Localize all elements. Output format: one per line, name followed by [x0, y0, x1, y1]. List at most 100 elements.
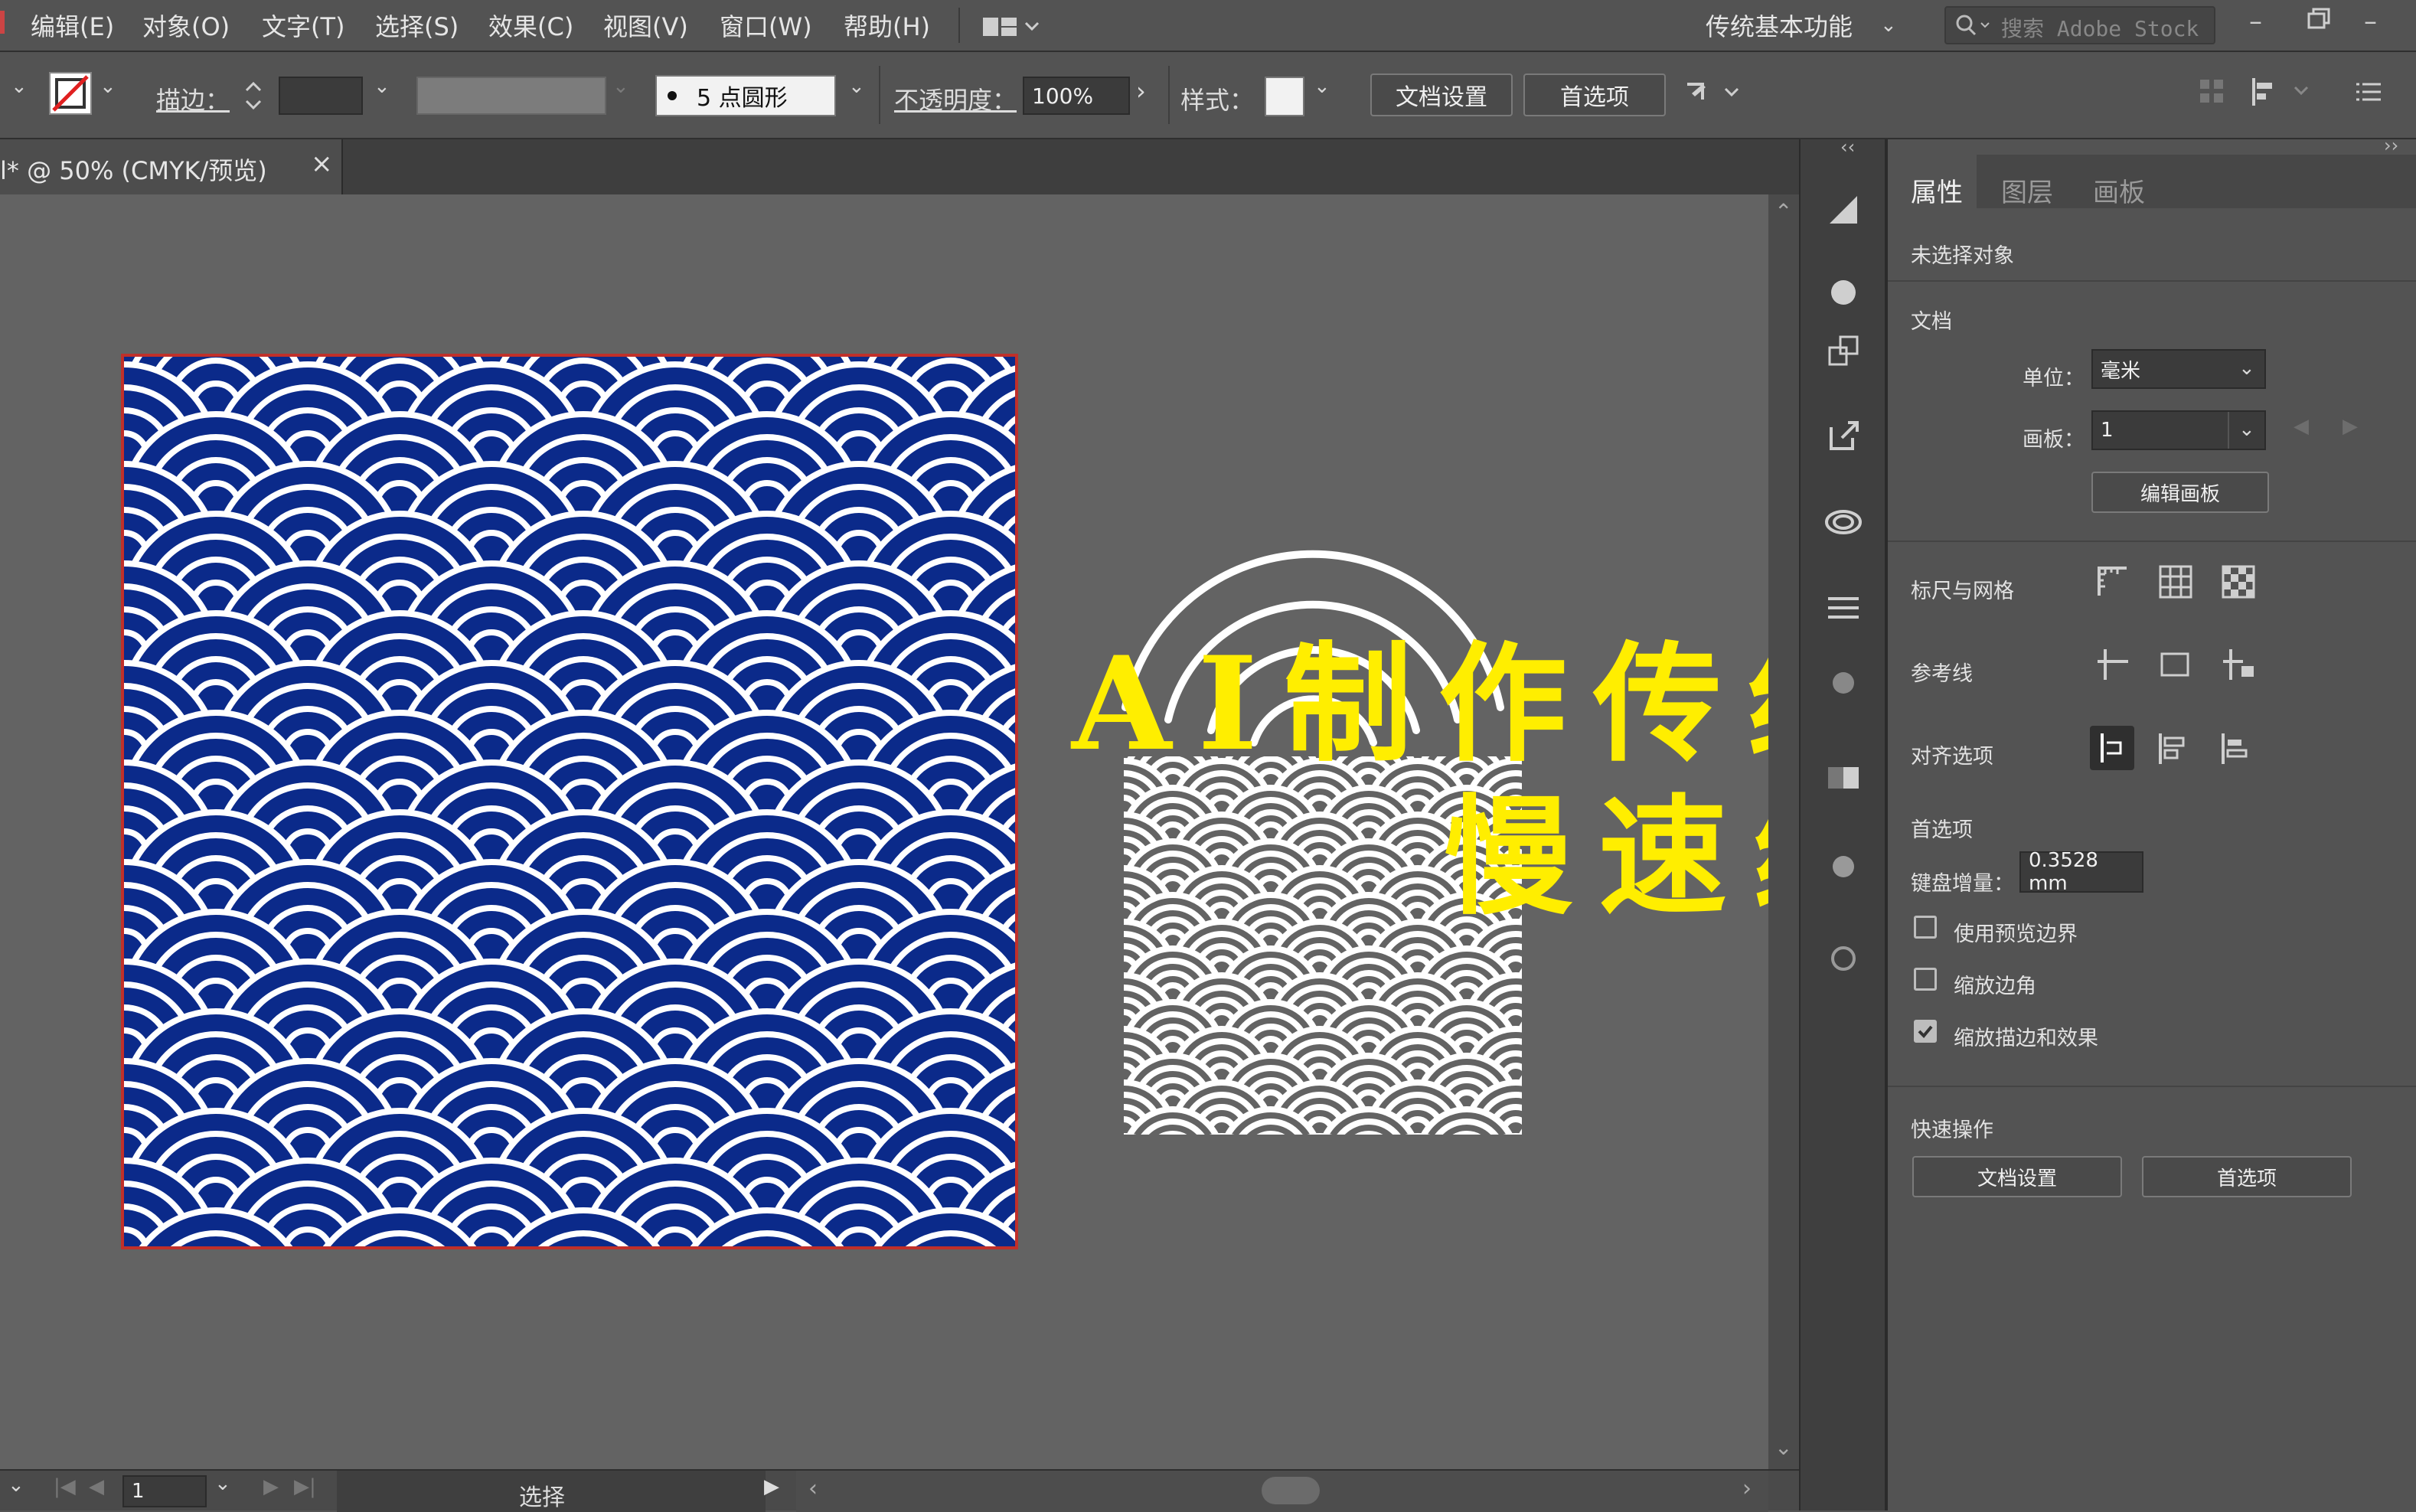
menu-help[interactable]: 帮助(H)	[844, 8, 930, 43]
brush-definition-select[interactable]: 5 点圆形	[655, 75, 836, 116]
chevron-down-icon[interactable]: ⌄	[1880, 14, 1897, 37]
align-left-icon[interactable]	[2251, 77, 2312, 110]
keyboard-increment-input[interactable]: 0.3528 mm	[2019, 849, 2143, 895]
scroll-thumb[interactable]	[1262, 1477, 1320, 1504]
artboard-select[interactable]: 1 ⌄	[2091, 410, 2266, 450]
expand-panel-icon[interactable]: ››	[2384, 135, 2398, 156]
stock-search-input[interactable]: 搜索 Adobe Stock	[1944, 6, 2215, 44]
vertical-scrollbar[interactable]: ⌃ ⌄	[1768, 194, 1799, 1469]
tab-properties[interactable]: 属性	[1911, 171, 1963, 209]
grid-icon[interactable]	[2157, 563, 2194, 603]
smart-guides-icon[interactable]	[2157, 646, 2194, 686]
stroke-dropdown-chevron-icon[interactable]: ⌄	[100, 75, 116, 98]
stroke-none-swatch-icon[interactable]	[49, 72, 92, 115]
symbols-panel-icon[interactable]	[1820, 844, 1866, 890]
creative-cloud-libraries-icon[interactable]	[1820, 499, 1866, 545]
tab-artboards[interactable]: 画板	[2093, 171, 2145, 209]
no-selection-label: 未选择对象	[1911, 244, 2014, 268]
menu-object[interactable]: 对象(O)	[142, 8, 230, 43]
minimize-icon[interactable]: –	[2249, 6, 2262, 37]
document-setup-button[interactable]: 文档设置	[1370, 73, 1513, 116]
ruler-icon[interactable]	[2094, 563, 2131, 603]
horizontal-scrollbar[interactable]: ‹ ›	[796, 1471, 1768, 1512]
menu-select[interactable]: 选择(S)	[375, 8, 459, 43]
stroke-weight-chevron-icon[interactable]: ⌄	[374, 75, 390, 98]
document-section-title: 文档	[1911, 310, 1952, 334]
scale-corners-label: 缩放边角	[1954, 975, 2036, 998]
zoom-chevron-icon[interactable]: ⌄	[8, 1474, 24, 1497]
menu-window[interactable]: 窗口(W)	[720, 8, 812, 43]
workspace-switcher[interactable]: 传统基本功能	[1706, 8, 1853, 43]
status-menu-arrow-icon[interactable]: ▶	[764, 1475, 779, 1498]
prev-artboard-icon[interactable]: ◀	[89, 1475, 104, 1498]
align-panel-icon[interactable]	[1820, 585, 1866, 631]
gradient-panel-icon[interactable]	[1820, 187, 1866, 233]
tab-layers[interactable]: 图层	[2001, 171, 2053, 209]
brushes-panel-icon[interactable]	[1820, 936, 1866, 981]
scale-corners-checkbox[interactable]	[1914, 968, 1937, 991]
artboard-number-input[interactable]: 1	[122, 1475, 207, 1507]
profile-chevron-icon[interactable]: ⌄	[612, 75, 629, 98]
transparency-grid-icon[interactable]	[2220, 563, 2257, 603]
opacity-arrow-icon[interactable]: ›	[1136, 77, 1146, 106]
next-artboard-icon[interactable]: ▶	[2343, 415, 2358, 438]
artboard-chevron-icon[interactable]: ⌄	[214, 1472, 231, 1495]
unit-value: 毫米	[2101, 359, 2141, 383]
artboard[interactable]	[121, 354, 1018, 1249]
status-mode-text: 选择	[519, 1484, 565, 1511]
scale-strokes-effects-checkbox[interactable]	[1914, 1020, 1937, 1043]
opacity-label[interactable]: 不透明度：	[894, 81, 1017, 116]
align-key-object-icon[interactable]	[2090, 726, 2134, 770]
preferences-button[interactable]: 首选项	[1523, 73, 1666, 116]
brush-chevron-icon[interactable]: ⌄	[848, 75, 865, 98]
quick-document-setup-button[interactable]: 文档设置	[1912, 1156, 2122, 1197]
stroke-weight-input[interactable]	[279, 77, 363, 115]
guides-icon[interactable]	[2094, 646, 2131, 686]
style-chevron-icon[interactable]: ⌄	[1314, 75, 1330, 98]
opacity-input[interactable]: 100%	[1023, 77, 1130, 115]
canvas[interactable]: AI制作传统鱼纹图案 慢速练手	[0, 194, 2416, 1469]
menu-edit[interactable]: 编辑(E)	[31, 8, 114, 43]
unit-select[interactable]: 毫米 ⌄	[2091, 349, 2266, 389]
restore-icon[interactable]	[2303, 5, 2333, 38]
unit-label: 单位：	[2023, 367, 2085, 390]
grid-align-icon[interactable]	[2199, 78, 2226, 109]
variable-width-profile[interactable]	[416, 77, 606, 115]
chevron-down-icon: ⌄	[2238, 418, 2255, 441]
last-artboard-icon[interactable]: ▶|	[294, 1475, 316, 1498]
fill-dropdown-chevron-icon[interactable]: ⌄	[11, 75, 28, 98]
panel-menu-icon[interactable]	[2355, 81, 2382, 107]
stroke-panel-icon[interactable]	[1820, 755, 1866, 801]
close-window-icon[interactable]: –	[2364, 6, 2377, 37]
collapse-strip-icon[interactable]: ‹‹	[1840, 136, 1855, 158]
lock-guides-icon[interactable]	[2220, 646, 2257, 686]
transform-icon[interactable]	[1684, 77, 1745, 113]
next-artboard-icon[interactable]: ▶	[263, 1475, 279, 1498]
stroke-label[interactable]: 描边：	[156, 81, 230, 116]
quick-preferences-button[interactable]: 首选项	[2142, 1156, 2352, 1197]
keyboard-increment-label: 键盘增量：	[1911, 872, 2014, 896]
transform-panel-icon[interactable]	[1820, 328, 1866, 374]
scroll-up-icon[interactable]: ⌃	[1774, 199, 1792, 224]
color-panel-icon[interactable]	[1820, 660, 1866, 706]
prev-artboard-icon[interactable]: ◀	[2294, 415, 2309, 438]
align-to-selection-icon[interactable]	[2153, 729, 2192, 772]
export-panel-icon[interactable]	[1820, 412, 1866, 458]
scroll-right-icon[interactable]: ›	[1742, 1475, 1752, 1502]
stroke-weight-stepper[interactable]	[242, 77, 265, 118]
close-tab-icon[interactable]: ×	[311, 149, 333, 179]
edit-artboards-button[interactable]: 编辑画板	[2091, 472, 2269, 513]
first-artboard-icon[interactable]: |◀	[54, 1475, 76, 1498]
use-preview-bounds-checkbox[interactable]	[1914, 916, 1937, 939]
document-tab[interactable]: l* @ 50% (CMYK/预览) ×	[0, 139, 343, 194]
menu-type[interactable]: 文字(T)	[262, 8, 345, 43]
graphic-style-swatch[interactable]	[1265, 77, 1304, 116]
scroll-left-icon[interactable]: ‹	[808, 1475, 818, 1502]
align-to-artboard-icon[interactable]	[2215, 729, 2255, 772]
menu-effect[interactable]: 效果(C)	[488, 8, 573, 43]
menu-view[interactable]: 视图(V)	[603, 8, 688, 43]
panel-separator	[1888, 280, 2416, 282]
arrange-documents-icon[interactable]	[981, 15, 1043, 41]
appearance-panel-icon[interactable]	[1820, 269, 1866, 315]
scroll-down-icon[interactable]: ⌄	[1774, 1435, 1792, 1460]
